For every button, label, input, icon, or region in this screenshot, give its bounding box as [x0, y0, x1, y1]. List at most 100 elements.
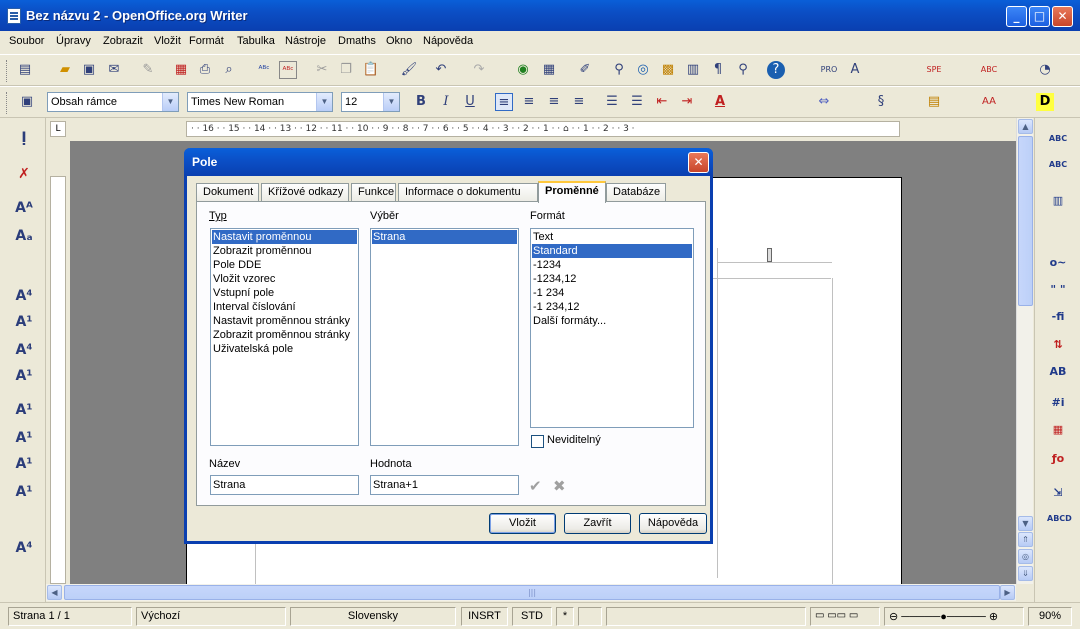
- menu-upravy[interactable]: Úpravy: [56, 35, 91, 47]
- underline-button[interactable]: U: [461, 93, 479, 111]
- list-item[interactable]: Pole DDE: [212, 258, 357, 272]
- dmaths-up1-icon[interactable]: A¹: [14, 430, 34, 450]
- font-size-combo[interactable]: 12 ▼: [341, 92, 400, 112]
- tab-stop-selector[interactable]: L: [50, 121, 66, 137]
- dmaths-abc-icon[interactable]: ABC: [980, 61, 998, 79]
- formatting-marks-icon[interactable]: ¶: [709, 61, 727, 79]
- selection-mode-indicator[interactable]: STD: [512, 607, 552, 626]
- draw-functions-icon[interactable]: ✐: [576, 61, 594, 79]
- page-indicator[interactable]: Strana 1 / 1: [8, 607, 132, 626]
- dmaths-subscript-icon[interactable]: Aₐ: [14, 228, 34, 248]
- text-direction-icon[interactable]: ⇔: [815, 93, 833, 111]
- navigator-compass-icon[interactable]: ◎: [634, 61, 652, 79]
- scroll-down-button[interactable]: ▼: [1018, 516, 1033, 531]
- align-left-icon[interactable]: ≡: [495, 93, 513, 111]
- menu-napoveda[interactable]: Nápověda: [423, 35, 473, 47]
- delete-x-icon[interactable]: ✖: [553, 477, 566, 495]
- menu-zobrazit[interactable]: Zobrazit: [103, 35, 143, 47]
- type-listbox[interactable]: Nastavit proměnnou Zobrazit proměnnou Po…: [210, 228, 359, 446]
- list-item[interactable]: Další formáty...: [532, 314, 692, 328]
- paste-icon[interactable]: 📋: [362, 61, 380, 79]
- table-icon[interactable]: ▦: [540, 61, 558, 79]
- chevron-down-icon[interactable]: ▼: [162, 93, 178, 111]
- name-input[interactable]: Strana: [210, 475, 359, 495]
- page-style-indicator[interactable]: Výchozí: [136, 607, 286, 626]
- invisible-checkbox[interactable]: [531, 435, 544, 448]
- apply-check-icon[interactable]: ✔: [529, 477, 542, 495]
- dmaths-book-icon[interactable]: ▥: [1047, 194, 1069, 214]
- chevron-down-icon[interactable]: ▼: [383, 93, 399, 111]
- dmaths-aa-icon[interactable]: AA: [980, 93, 998, 111]
- edit-file-icon[interactable]: ✎: [139, 61, 157, 79]
- menu-format[interactable]: Formát: [189, 35, 224, 47]
- scroll-right-button[interactable]: ▶: [1000, 585, 1015, 600]
- dmaths-abc2-icon[interactable]: ABC: [1047, 160, 1069, 180]
- dmaths-ab-icon[interactable]: AB: [1047, 365, 1069, 385]
- save-icon[interactable]: ▣: [80, 61, 98, 79]
- navigator-icon[interactable]: ◉: [514, 61, 532, 79]
- value-input[interactable]: Strana+1: [370, 475, 519, 495]
- horizontal-ruler[interactable]: · · 16 · · 15 · · 14 · · 13 · · 12 · · 1…: [186, 121, 900, 137]
- language-indicator[interactable]: Slovensky: [290, 607, 456, 626]
- zoom-percent[interactable]: 90%: [1028, 607, 1072, 626]
- print-icon[interactable]: ⎙: [196, 61, 214, 79]
- tab-dokument[interactable]: Dokument: [196, 183, 259, 202]
- next-page-button[interactable]: ⇓: [1018, 566, 1033, 581]
- previous-page-button[interactable]: ⇑: [1018, 532, 1033, 547]
- dialog-titlebar[interactable]: Pole ✕: [184, 148, 713, 176]
- dmaths-minus1-icon[interactable]: A¹: [14, 368, 34, 388]
- horizontal-scrollbar[interactable]: ◀ ||| ▶: [46, 584, 1016, 601]
- dmaths-icon[interactable]: A: [846, 61, 864, 79]
- copy-icon[interactable]: ❐: [337, 61, 355, 79]
- menu-dmaths[interactable]: Dmaths: [338, 35, 376, 47]
- italic-button[interactable]: I: [437, 93, 455, 111]
- dmaths-fo-icon[interactable]: ƒo: [1047, 452, 1069, 472]
- insert-button[interactable]: Vložit: [489, 513, 556, 534]
- align-right-icon[interactable]: ≡: [545, 93, 563, 111]
- list-item[interactable]: Vstupní pole: [212, 286, 357, 300]
- help-icon[interactable]: ?: [767, 61, 785, 79]
- tab-funkce[interactable]: Funkce: [351, 183, 396, 202]
- export-pdf-icon[interactable]: ▦: [172, 61, 190, 79]
- autospellcheck-icon[interactable]: ᴬᴮᶜ: [279, 61, 297, 79]
- list-item[interactable]: Vložit vzorec: [212, 272, 357, 286]
- list-item[interactable]: Uživatelská pole: [212, 342, 357, 356]
- close-window-button[interactable]: ✕: [1052, 6, 1073, 27]
- dmaths-size40-icon[interactable]: A⁴: [14, 540, 34, 560]
- maximize-button[interactable]: □: [1029, 6, 1050, 27]
- dmaths-clip-icon[interactable]: ▤: [925, 93, 943, 111]
- format-listbox[interactable]: Text Standard -1234 -1234,12 -1 234 -1 2…: [530, 228, 694, 428]
- dmaths-abc1-icon[interactable]: ABC: [1047, 134, 1069, 154]
- view-layout-icons[interactable]: ▭ ▭▭ ▭: [810, 607, 880, 626]
- vertical-scrollbar[interactable]: ▲ ▼ ⇑ ◎ ⇓: [1016, 118, 1033, 584]
- dmaths-plus1-icon[interactable]: A¹: [14, 314, 34, 334]
- paragraph-style-combo[interactable]: Obsah rámce ▼: [47, 92, 179, 112]
- tab-promenne[interactable]: Proměnné: [538, 181, 606, 203]
- selection-listbox[interactable]: Strana: [370, 228, 519, 446]
- dmaths-clock-icon[interactable]: ◔: [1036, 61, 1054, 79]
- toolbar-grip[interactable]: [6, 92, 9, 114]
- dmaths-fi-icon[interactable]: -fi: [1047, 310, 1069, 330]
- dmaths-strike-icon[interactable]: ✗: [14, 166, 34, 186]
- tab-krizove-odkazy[interactable]: Křížové odkazy: [261, 183, 349, 202]
- zoom-icon[interactable]: ⚲: [734, 61, 752, 79]
- dmaths-superscript-icon[interactable]: Aᴬ: [14, 200, 34, 220]
- vertical-scroll-thumb[interactable]: [1018, 136, 1033, 306]
- dmaths-quote-icon[interactable]: " ": [1047, 283, 1069, 303]
- list-item[interactable]: Nastavit proměnnou stránky: [212, 314, 357, 328]
- decrease-indent-icon[interactable]: ⇤: [653, 93, 671, 111]
- dmaths-pro-icon[interactable]: PRO: [820, 61, 838, 79]
- help-button[interactable]: Nápověda: [639, 513, 707, 534]
- clone-format-icon[interactable]: 🖌: [400, 61, 418, 79]
- dmaths-insert-icon[interactable]: ⇲: [1047, 486, 1069, 506]
- insert-mode-indicator[interactable]: INSRT: [461, 607, 508, 626]
- dmaths-plus40-icon[interactable]: A⁴: [14, 288, 34, 308]
- selection-item-selected[interactable]: Strana: [372, 230, 517, 244]
- dmaths-spe-icon[interactable]: SPE: [925, 61, 943, 79]
- font-color-icon[interactable]: A: [711, 93, 729, 111]
- dmaths-minus40-icon[interactable]: A⁴: [14, 342, 34, 362]
- align-center-icon[interactable]: ≡: [520, 93, 538, 111]
- cut-icon[interactable]: ✂: [313, 61, 331, 79]
- horizontal-scroll-thumb[interactable]: |||: [64, 585, 1000, 600]
- find-icon[interactable]: ⚲: [610, 61, 628, 79]
